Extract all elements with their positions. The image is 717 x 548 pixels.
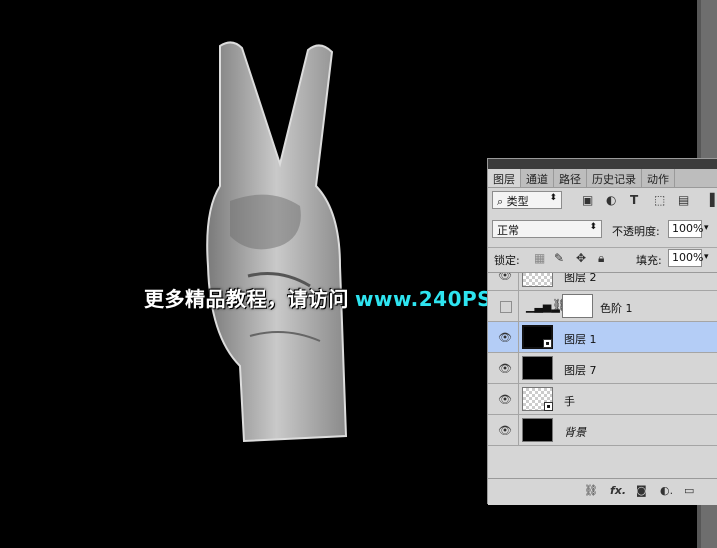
watermark-caption: 更多精品教程，请访问 bbox=[144, 287, 349, 311]
opacity-dropdown-icon[interactable]: ▾ bbox=[704, 223, 714, 241]
layers-panel: 图层 通道 路径 历史记录 动作 ⌕ 类型 ⬍ ▣ ◐ T ⬚ ▤ ▌ 正常 ⬍… bbox=[487, 158, 717, 505]
lock-transparency-icon[interactable]: ▦ bbox=[534, 251, 545, 265]
transform-icon[interactable]: ⬚ bbox=[654, 193, 665, 207]
fx-icon[interactable]: fx. bbox=[610, 484, 626, 497]
layer-thumbnail: ▪ bbox=[522, 387, 553, 411]
opacity-label: 不透明度: bbox=[612, 225, 660, 238]
fill-input[interactable]: 100% bbox=[668, 249, 703, 267]
filter-row: ⌕ 类型 ⬍ ▣ ◐ T ⬚ ▤ ▌ bbox=[488, 190, 717, 212]
eye-icon[interactable]: 👁︎ bbox=[498, 393, 512, 406]
layer-row[interactable]: 👁︎ 图层 2 bbox=[488, 272, 717, 291]
lock-all-icon[interactable]: 🔒︎ bbox=[598, 251, 604, 266]
eye-icon[interactable]: 👁︎ bbox=[498, 331, 512, 344]
tab-actions[interactable]: 动作 bbox=[642, 169, 675, 187]
smart-object-badge-icon: ▪ bbox=[543, 339, 552, 348]
panel-titlebar[interactable] bbox=[488, 159, 717, 169]
blend-mode-select[interactable]: 正常 ⬍ bbox=[492, 220, 602, 238]
smart-object-badge-icon: ▪ bbox=[544, 402, 553, 411]
layer-row[interactable]: ▁▃▅▂ ⛓ 色阶 1 bbox=[488, 291, 717, 322]
layer-name: 图层 1 bbox=[564, 333, 597, 346]
smartobject-icon[interactable]: ▤ bbox=[678, 193, 689, 207]
circle-icon[interactable]: ◐ bbox=[606, 193, 616, 207]
layers-list[interactable]: 👁︎ 图层 2 ▁▃▅▂ ⛓ 色阶 1 👁︎ ▪ 图层 1 👁︎ 图层 7 👁︎ bbox=[488, 272, 717, 479]
filter-kind-select[interactable]: ⌕ 类型 ⬍ bbox=[492, 191, 562, 209]
updown-arrow-icon: ⬍ bbox=[549, 193, 557, 203]
filter-kind-label: 类型 bbox=[506, 195, 529, 208]
eye-hidden-icon[interactable] bbox=[500, 301, 512, 313]
mask-icon[interactable]: ◙ bbox=[636, 484, 647, 497]
lock-move-icon[interactable]: ✥ bbox=[576, 251, 586, 265]
eye-icon[interactable]: 👁︎ bbox=[498, 362, 512, 375]
updown-arrow-icon: ⬍ bbox=[589, 222, 597, 232]
fill-dropdown-icon[interactable]: ▾ bbox=[704, 252, 714, 270]
tab-history[interactable]: 历史记录 bbox=[587, 169, 642, 187]
fill-label: 填充: bbox=[636, 254, 662, 267]
panel-footer: ⛓ fx. ◙ ◐. ▭ bbox=[488, 478, 717, 505]
layer-thumbnail bbox=[522, 356, 553, 380]
search-icon: ⌕ bbox=[497, 195, 504, 208]
hand-image bbox=[206, 41, 348, 443]
folder-icon[interactable]: ▭ bbox=[684, 484, 694, 497]
text-icon[interactable]: T bbox=[630, 193, 638, 207]
eye-icon[interactable]: 👁︎ bbox=[498, 273, 512, 282]
image-icon[interactable]: ▣ bbox=[582, 193, 593, 207]
layer-row[interactable]: 👁︎ 图层 7 bbox=[488, 353, 717, 384]
adjustment-icon[interactable]: ◐. bbox=[660, 484, 673, 497]
tab-channels[interactable]: 通道 bbox=[521, 169, 554, 187]
lock-row: 锁定: ▦ ✎ ✥ 🔒︎ 填充: 100% ▾ bbox=[488, 247, 717, 270]
blend-row: 正常 ⬍ 不透明度: 100% ▾ bbox=[488, 219, 717, 241]
layer-row-selected[interactable]: 👁︎ ▪ 图层 1 bbox=[488, 322, 717, 353]
lock-brush-icon[interactable]: ✎ bbox=[554, 251, 564, 265]
lock-label: 锁定: bbox=[494, 254, 520, 267]
layer-thumbnail: ▪ bbox=[522, 325, 553, 349]
tab-paths[interactable]: 路径 bbox=[554, 169, 587, 187]
layer-name: 手 bbox=[564, 395, 575, 408]
layer-thumbnail bbox=[522, 418, 553, 442]
layer-name: 背景 bbox=[564, 426, 586, 439]
layer-name: 图层 2 bbox=[564, 272, 597, 284]
layer-thumbnail bbox=[522, 273, 553, 287]
opacity-input[interactable]: 100% bbox=[668, 220, 703, 238]
layer-row[interactable]: 👁︎ 背景 bbox=[488, 415, 717, 446]
layer-name: 色阶 1 bbox=[600, 302, 633, 315]
panel-tabs: 图层 通道 路径 历史记录 动作 bbox=[488, 169, 717, 188]
layer-row[interactable]: 👁︎ ▪ 手 bbox=[488, 384, 717, 415]
link-icon[interactable]: ⛓ bbox=[584, 484, 598, 497]
eye-icon[interactable]: 👁︎ bbox=[498, 424, 512, 437]
tab-layers[interactable]: 图层 bbox=[488, 169, 521, 187]
layer-name: 图层 7 bbox=[564, 364, 597, 377]
layer-mask-thumbnail bbox=[562, 294, 593, 318]
blend-mode-value: 正常 bbox=[497, 224, 519, 237]
filter-toggle-icon[interactable]: ▌ bbox=[710, 193, 717, 207]
